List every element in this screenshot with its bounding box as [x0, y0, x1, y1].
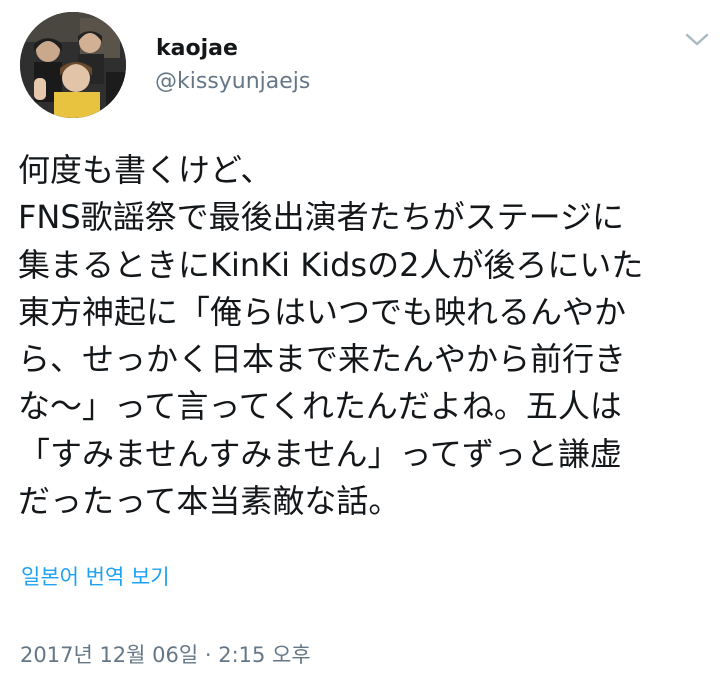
tweet-text-line: な〜」って言ってくれたんだよね。五人は [18, 387, 622, 426]
author-handle[interactable]: @kissyunjaejs [155, 67, 310, 97]
tweet-text-line: 何度も書くけど、 [18, 151, 273, 189]
tweet-text-line: FNS歌謡祭で最後出演者たちがステージに [18, 198, 625, 237]
chevron-down-icon [685, 33, 709, 46]
tweet-text-line: だったって本当素敵な話。 [18, 482, 401, 521]
tweet-timestamp[interactable]: 2017년 12월 06일 · 2:15 오후 [20, 640, 311, 670]
translate-tweet-link[interactable]: 일본어 번역 보기 [21, 562, 170, 592]
tweet-text-line: 東方神起に「俺らはいつでも映れるんやか [18, 292, 627, 331]
tweet-text: 何度も書くけど、 FNS歌謡祭で最後出演者たちがステージに 集まるときにKinK… [18, 147, 708, 525]
tweet-text-line: ら、せっかく日本まで来たんやから前行き [18, 340, 627, 379]
author-display-name[interactable]: kaojae [156, 34, 238, 64]
avatar-photo-icon [20, 12, 126, 118]
tweet-text-line: 「すみませんすみません」ってずっと謙虚 [18, 434, 622, 473]
avatar[interactable] [20, 12, 126, 118]
more-options-button[interactable] [680, 26, 714, 54]
tweet-text-line: 集まるときにKinKi Kidsの2人が後ろにいた [18, 245, 644, 284]
